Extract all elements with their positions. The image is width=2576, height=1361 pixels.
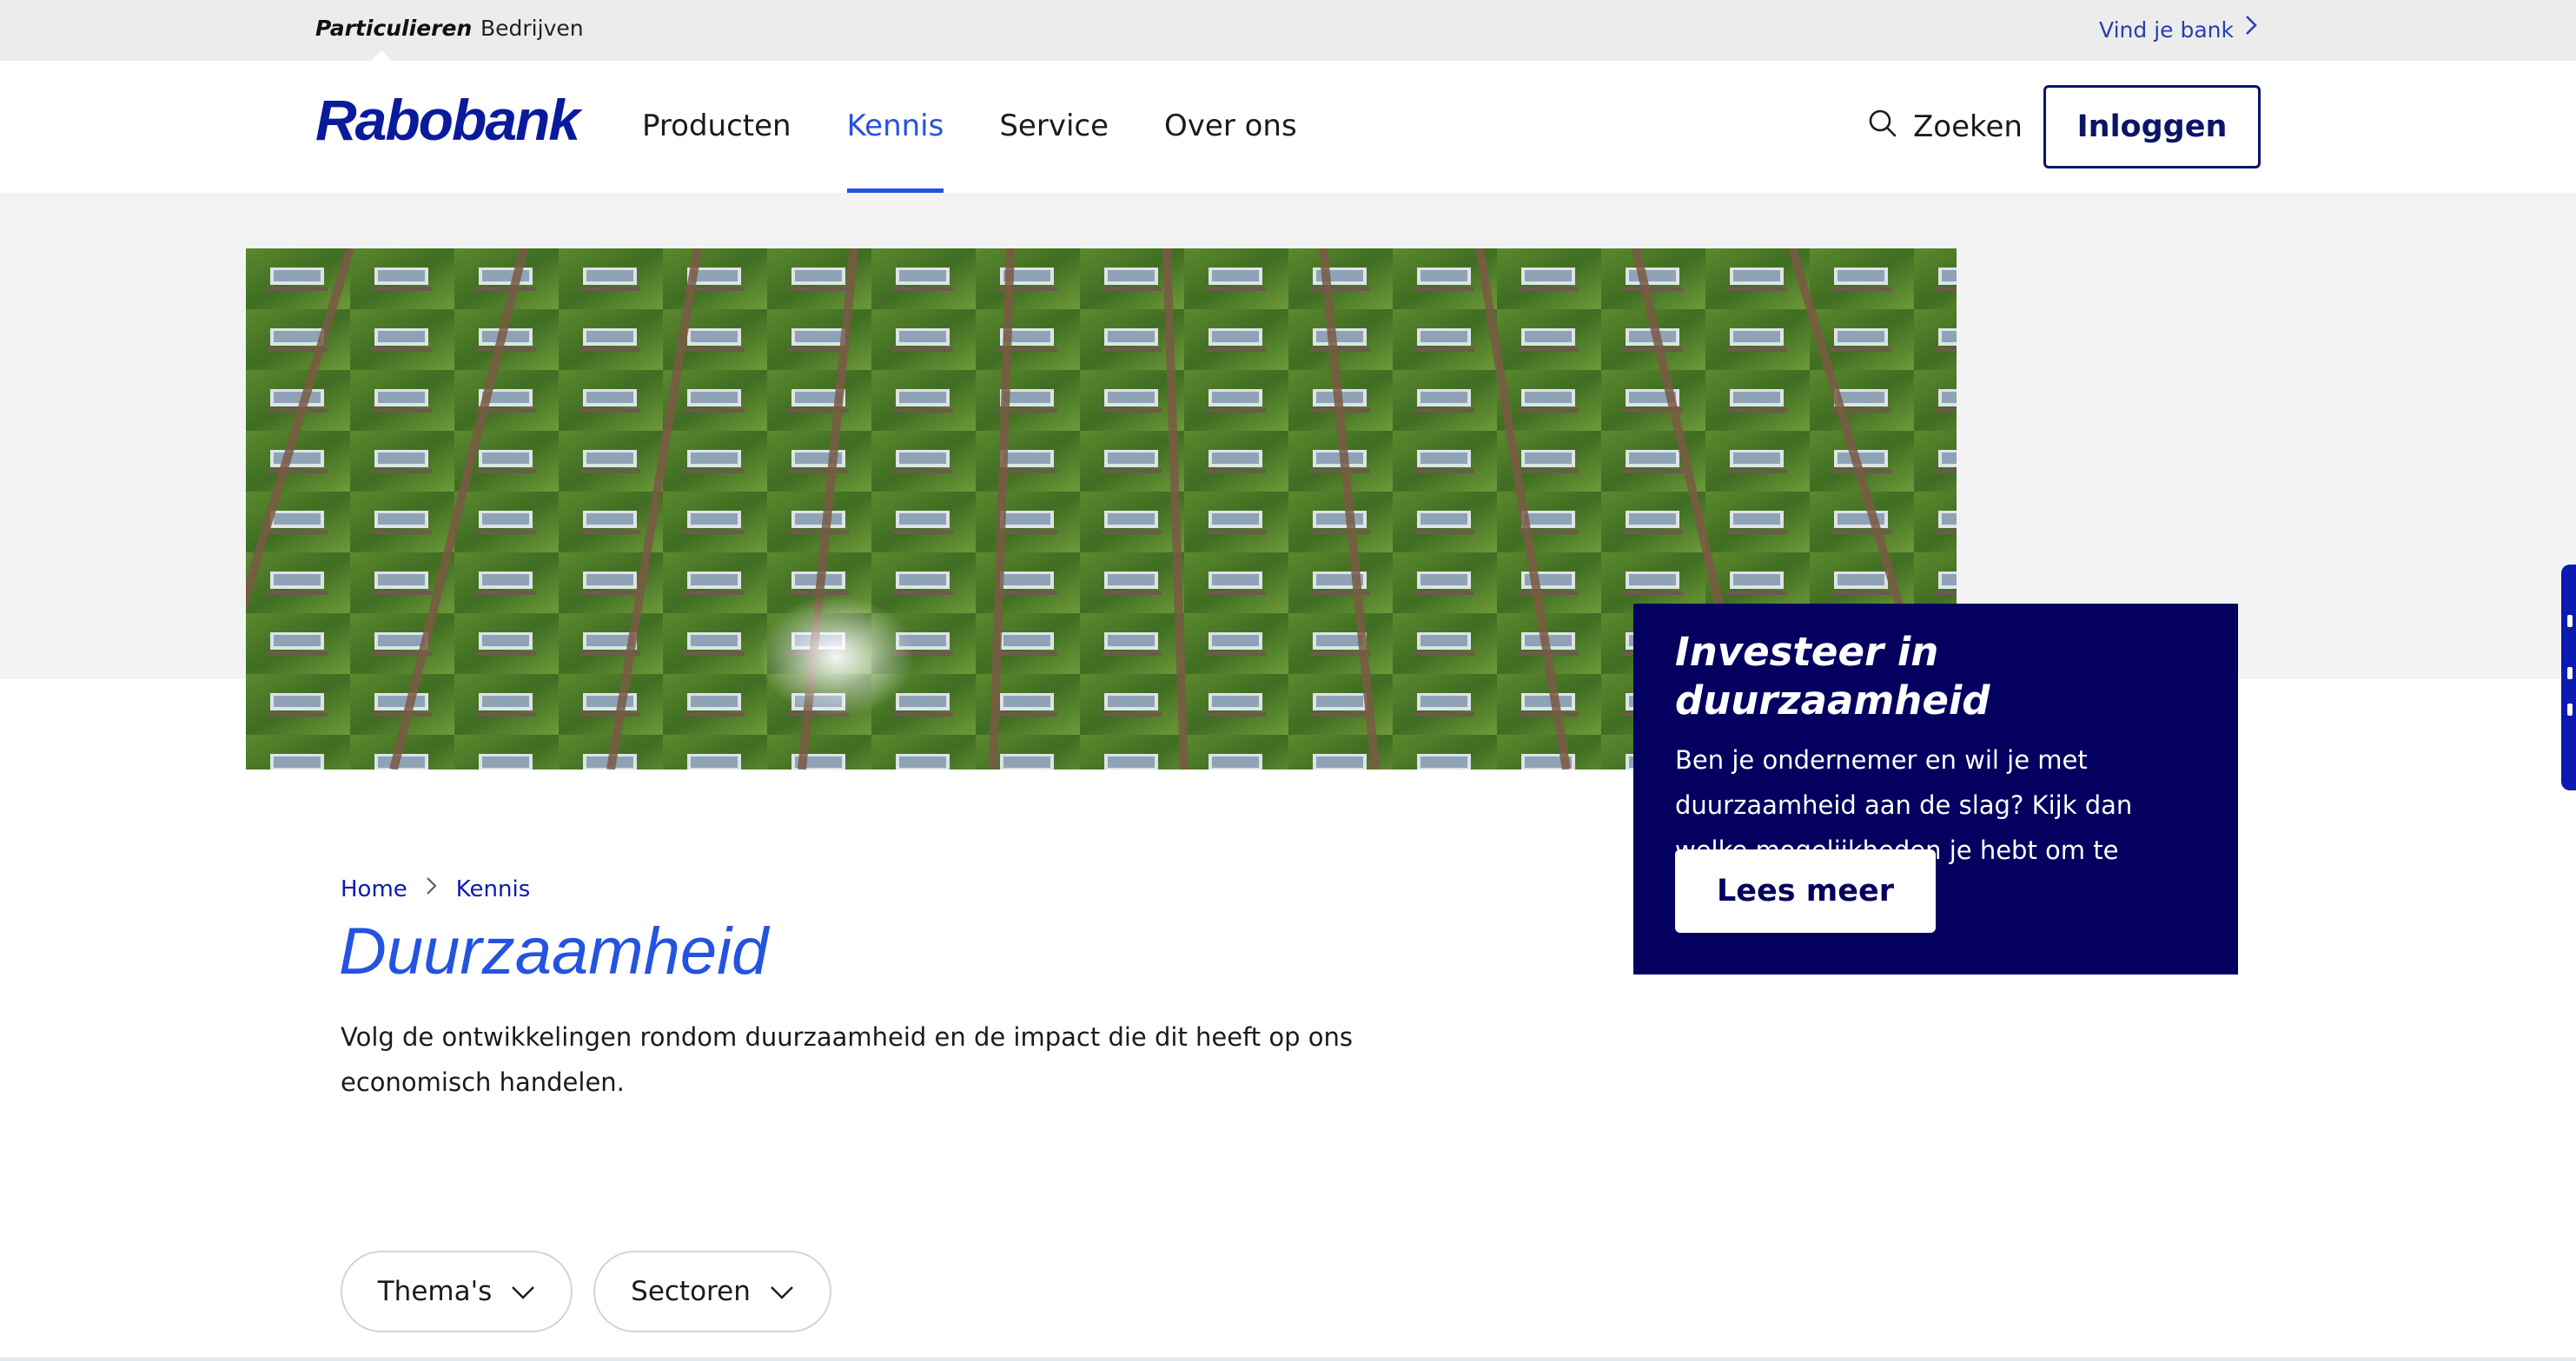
main-header: Rabobank Producten Kennis Service Over o… [0,61,2576,193]
chevron-down-icon [770,1276,794,1307]
tab-mark [2567,615,2573,627]
page-intro: Volg de ontwikkelingen rondom duurzaamhe… [341,1022,1353,1097]
filter-themas[interactable]: Thema's [341,1251,573,1332]
find-bank-link[interactable]: Vind je bank [2099,0,2260,61]
breadcrumb-home[interactable]: Home [341,876,407,902]
top-utility-bar: Particulieren Bedrijven Vind je bank [0,0,2576,61]
filter-label: Sectoren [631,1276,751,1307]
nav-item-service[interactable]: Service [999,61,1109,193]
filter-sectoren[interactable]: Sectoren [593,1251,831,1332]
segment-bedrijven[interactable]: Bedrijven [480,0,584,61]
chevron-right-icon [2242,2,2260,59]
promo-card: Investeer in duurzaamheid Ben je onderne… [1633,604,2238,975]
breadcrumb: Home Kennis [341,874,530,904]
rabobank-logo[interactable]: Rabobank [315,87,580,153]
lees-meer-button[interactable]: Lees meer [1675,849,1936,933]
bottom-divider [0,1358,2576,1361]
search-button[interactable]: Zoeken [1868,61,2023,193]
page-title: Duurzaamheid [339,915,769,988]
login-button[interactable]: Inloggen [2043,85,2261,168]
main-nav: Producten Kennis Service Over ons [642,61,1353,193]
breadcrumb-kennis[interactable]: Kennis [456,876,530,902]
promo-title: Investeer in duurzaamheid [1675,629,1990,723]
tab-mark [2567,704,2573,716]
chevron-right-icon [425,874,439,904]
segment-particulieren[interactable]: Particulieren [315,0,472,61]
search-label: Zoeken [1913,109,2023,144]
filter-label: Thema's [377,1276,493,1307]
nav-item-kennis[interactable]: Kennis [846,61,944,193]
feedback-tab[interactable] [2561,565,2576,790]
search-icon [1868,109,1897,146]
nav-item-producten[interactable]: Producten [642,61,791,193]
find-bank-label: Vind je bank [2099,17,2234,43]
tab-mark [2567,667,2573,679]
chevron-down-icon [511,1276,535,1307]
nav-item-over-ons[interactable]: Over ons [1164,61,1297,193]
